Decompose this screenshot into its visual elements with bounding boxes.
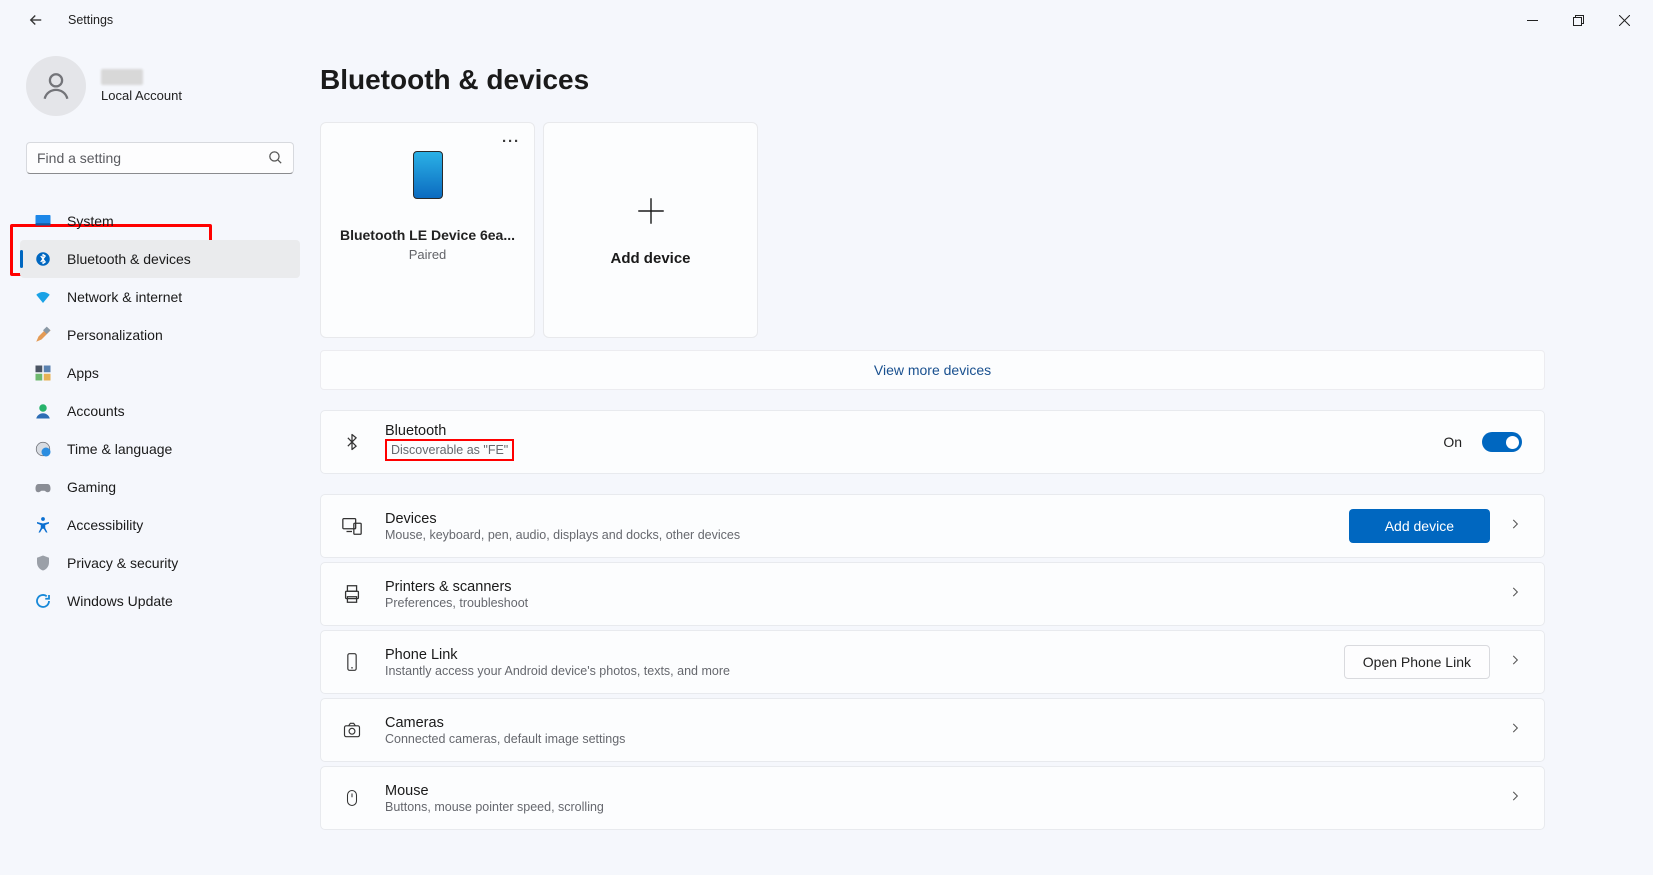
add-device-label: Add device <box>610 250 690 267</box>
mouse-icon <box>339 785 365 811</box>
person-icon <box>34 402 52 420</box>
phone-link-title: Phone Link <box>385 647 1324 663</box>
phone-icon <box>413 151 443 199</box>
add-device-card[interactable]: Add device <box>543 122 758 338</box>
printers-title: Printers & scanners <box>385 579 1488 595</box>
mouse-subtitle: Buttons, mouse pointer speed, scrolling <box>385 800 1488 814</box>
mouse-card[interactable]: Mouse Buttons, mouse pointer speed, scro… <box>320 766 1545 830</box>
update-icon <box>34 592 52 610</box>
accessibility-icon <box>34 516 52 534</box>
devices-title: Devices <box>385 511 1329 527</box>
sidebar-item-label: Apps <box>67 365 99 381</box>
sidebar-item-label: Time & language <box>67 441 172 457</box>
cameras-subtitle: Connected cameras, default image setting… <box>385 732 1488 746</box>
bluetooth-icon <box>34 250 52 268</box>
sidebar-item-personalization[interactable]: Personalization <box>20 316 300 354</box>
view-more-devices-link[interactable]: View more devices <box>874 362 991 378</box>
sidebar: Local Account System Bluetooth & devices… <box>0 40 310 875</box>
bluetooth-title: Bluetooth <box>385 423 1423 439</box>
chevron-right-icon <box>1508 585 1522 604</box>
chevron-right-icon <box>1508 721 1522 740</box>
avatar <box>26 56 86 116</box>
window-minimize-button[interactable] <box>1509 4 1555 36</box>
printers-subtitle: Preferences, troubleshoot <box>385 596 1488 610</box>
window-maximize-button[interactable] <box>1555 4 1601 36</box>
device-card[interactable]: ··· Bluetooth LE Device 6ea... Paired <box>320 122 535 338</box>
sidebar-item-bluetooth-devices[interactable]: Bluetooth & devices <box>20 240 300 278</box>
window-title: Settings <box>68 13 113 27</box>
view-more-devices[interactable]: View more devices <box>320 350 1545 390</box>
sidebar-item-label: Network & internet <box>67 289 182 305</box>
cameras-title: Cameras <box>385 715 1488 731</box>
phone-link-card[interactable]: Phone Link Instantly access your Android… <box>320 630 1545 694</box>
printer-icon <box>339 581 365 607</box>
sidebar-item-label: Personalization <box>67 327 163 343</box>
add-device-button[interactable]: Add device <box>1349 509 1490 543</box>
search-icon <box>267 149 284 171</box>
phone-link-subtitle: Instantly access your Android device's p… <box>385 664 1324 678</box>
toggle-state-label: On <box>1443 434 1462 450</box>
mouse-title: Mouse <box>385 783 1488 799</box>
sidebar-item-gaming[interactable]: Gaming <box>20 468 300 506</box>
sidebar-item-label: Accessibility <box>67 517 143 533</box>
sidebar-item-windows-update[interactable]: Windows Update <box>20 582 300 620</box>
sidebar-item-time-language[interactable]: Time & language <box>20 430 300 468</box>
gamepad-icon <box>34 478 52 496</box>
profile-block[interactable]: Local Account <box>20 50 300 136</box>
sidebar-item-label: System <box>67 213 114 229</box>
camera-icon <box>339 717 365 743</box>
back-button[interactable] <box>26 10 46 30</box>
printers-card[interactable]: Printers & scanners Preferences, trouble… <box>320 562 1545 626</box>
sidebar-item-system[interactable]: System <box>20 202 300 240</box>
more-icon[interactable]: ··· <box>502 133 520 150</box>
sidebar-item-label: Privacy & security <box>67 555 178 571</box>
devices-card[interactable]: Devices Mouse, keyboard, pen, audio, dis… <box>320 494 1545 558</box>
sidebar-item-label: Windows Update <box>67 593 173 609</box>
sidebar-item-network[interactable]: Network & internet <box>20 278 300 316</box>
main-content: Bluetooth & devices ··· Bluetooth LE Dev… <box>310 40 1653 875</box>
brush-icon <box>34 326 52 344</box>
sidebar-item-apps[interactable]: Apps <box>20 354 300 392</box>
shield-icon <box>34 554 52 572</box>
globe-clock-icon <box>34 440 52 458</box>
user-name-redacted <box>101 69 143 85</box>
account-type: Local Account <box>101 88 182 103</box>
device-state: Paired <box>409 247 447 262</box>
sidebar-item-privacy[interactable]: Privacy & security <box>20 544 300 582</box>
annotation-highlight-discoverable: Discoverable as "FE" <box>385 439 514 461</box>
sidebar-item-accessibility[interactable]: Accessibility <box>20 506 300 544</box>
wifi-icon <box>34 288 52 306</box>
page-title: Bluetooth & devices <box>320 64 1545 96</box>
devices-subtitle: Mouse, keyboard, pen, audio, displays an… <box>385 528 1329 542</box>
bluetooth-toggle-card: Bluetooth Discoverable as "FE" On <box>320 410 1545 474</box>
cameras-card[interactable]: Cameras Connected cameras, default image… <box>320 698 1545 762</box>
chevron-right-icon <box>1508 517 1522 536</box>
plus-icon <box>634 194 668 228</box>
chevron-right-icon <box>1508 789 1522 808</box>
phone-icon <box>339 649 365 675</box>
bluetooth-toggle[interactable] <box>1482 432 1522 452</box>
display-icon <box>34 212 52 230</box>
bluetooth-subtitle: Discoverable as "FE" <box>391 443 508 457</box>
bluetooth-outline-icon <box>339 429 365 455</box>
sidebar-item-label: Accounts <box>67 403 125 419</box>
sidebar-item-label: Gaming <box>67 479 116 495</box>
sidebar-item-accounts[interactable]: Accounts <box>20 392 300 430</box>
apps-icon <box>34 364 52 382</box>
window-close-button[interactable] <box>1601 4 1647 36</box>
search-input[interactable] <box>26 142 294 174</box>
titlebar: Settings <box>0 0 1653 40</box>
open-phone-link-button[interactable]: Open Phone Link <box>1344 645 1490 679</box>
chevron-right-icon <box>1508 653 1522 672</box>
device-name: Bluetooth LE Device 6ea... <box>340 227 515 243</box>
sidebar-item-label: Bluetooth & devices <box>67 251 191 267</box>
devices-icon <box>339 513 365 539</box>
